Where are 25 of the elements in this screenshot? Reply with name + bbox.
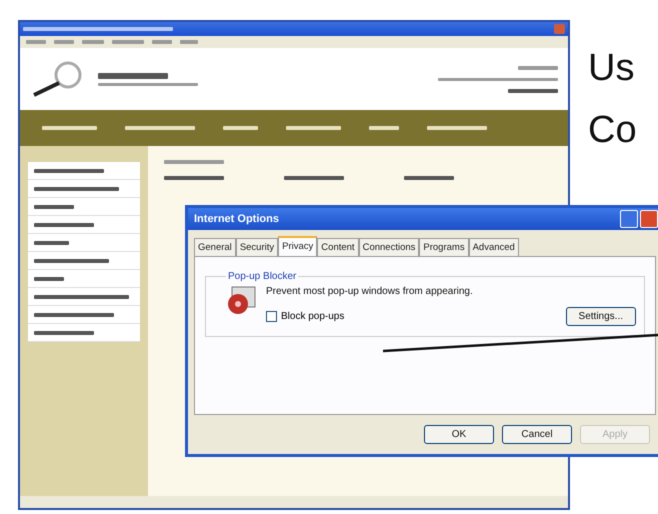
blurred-search-field[interactable]	[518, 66, 558, 70]
group-title: Pop-up Blocker	[227, 271, 298, 282]
blurred-text	[284, 176, 344, 180]
blurred-site-name	[98, 72, 168, 78]
dialog-button[interactable]: Cancel	[502, 425, 572, 444]
settings-button[interactable]: Settings...	[566, 307, 636, 326]
slide-text: Us	[588, 48, 636, 90]
tab[interactable]: Privacy	[278, 236, 318, 256]
tab[interactable]: Advanced	[468, 238, 519, 256]
tab[interactable]: Security	[236, 238, 278, 256]
blurred-date	[508, 88, 558, 92]
checkbox-label: Block pop-ups	[281, 311, 344, 322]
tab[interactable]: General	[194, 238, 236, 256]
dialog-button[interactable]: OK	[424, 425, 494, 444]
description-text: Prevent most pop-up windows from appearing.	[266, 286, 474, 297]
dialog-title: Internet Options	[194, 213, 279, 225]
blurred-text	[404, 176, 454, 180]
checkbox[interactable]	[266, 311, 277, 322]
tab[interactable]: Connections	[358, 238, 420, 256]
tab[interactable]: Programs	[419, 238, 469, 256]
blurred-text	[164, 176, 224, 180]
blurred-heading	[164, 160, 224, 164]
slide-text: Co	[588, 110, 637, 152]
tab[interactable]: Content	[317, 238, 359, 256]
blocked-icon	[226, 286, 256, 316]
